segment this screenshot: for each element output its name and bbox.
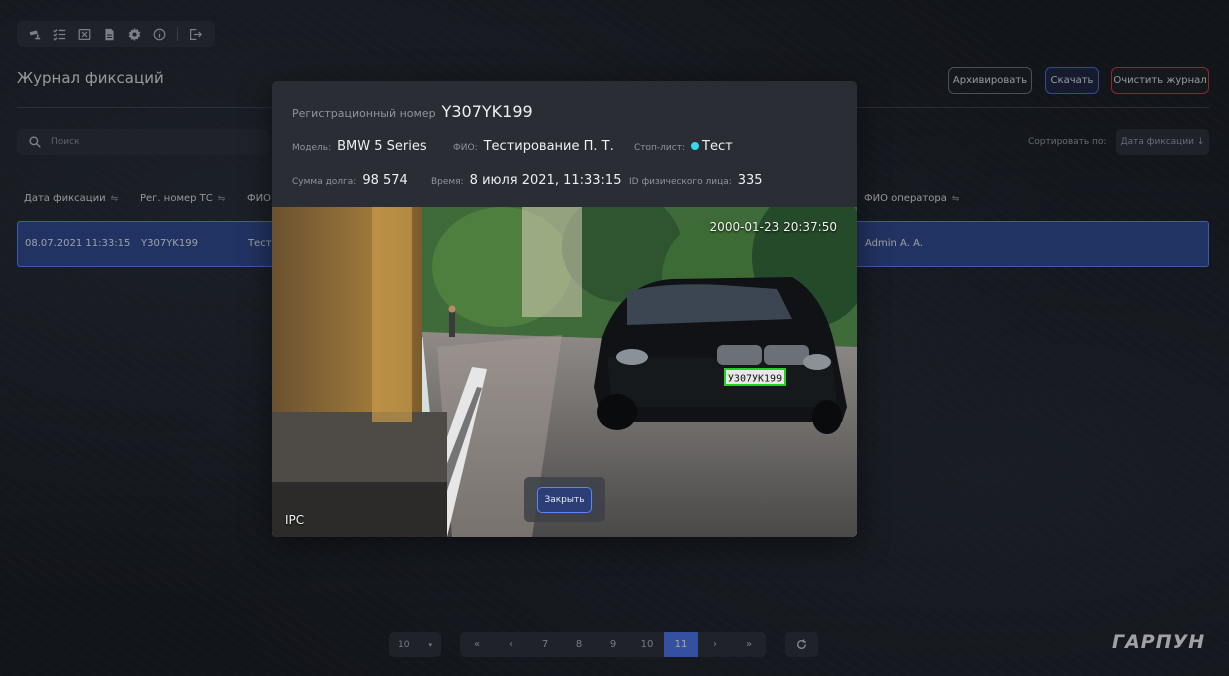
reg-number-value: Y307YK199 (441, 102, 533, 121)
person-id-label: ID физического лица: (629, 177, 732, 187)
stoplist-line: Стоп-лист: Тест (634, 139, 733, 154)
close-button[interactable]: Закрыть (537, 487, 592, 513)
stoplist-label: Стоп-лист: (634, 143, 685, 153)
debt-line: Сумма долга: 98 574 (292, 173, 408, 188)
stoplist-status-dot (691, 142, 699, 150)
stoplist-value: Тест (702, 139, 733, 154)
debt-label: Сумма долга: (292, 177, 357, 187)
person-id-line: ID физического лица: 335 (629, 173, 763, 188)
photo-plate-text: У307УК199 (728, 374, 782, 385)
reg-number-line: Регистрационный номер Y307YK199 (292, 102, 533, 121)
fio-value: Тестирование П. Т. (483, 139, 614, 154)
reg-number-label: Регистрационный номер (292, 107, 436, 120)
photo-timestamp: 2000-01-23 20:37:50 (709, 220, 837, 234)
fio-label: ФИО: (453, 143, 478, 153)
person-id-value: 335 (737, 173, 763, 188)
time-label: Время: (431, 177, 464, 187)
time-line: Время: 8 июля 2021, 11:33:15 (431, 173, 621, 188)
fixation-details-modal: Регистрационный номер Y307YK199 Модель: … (272, 81, 857, 537)
photo-source-label: IPC (285, 513, 305, 527)
debt-value: 98 574 (362, 173, 408, 188)
fio-line: ФИО: Тестирование П. Т. (453, 139, 614, 154)
stoplist-value-wrap: Тест (691, 139, 733, 154)
model-label: Модель: (292, 143, 332, 153)
model-line: Модель: BMW 5 Series (292, 139, 427, 154)
time-value: 8 июля 2021, 11:33:15 (469, 173, 622, 188)
model-value: BMW 5 Series (337, 139, 427, 154)
